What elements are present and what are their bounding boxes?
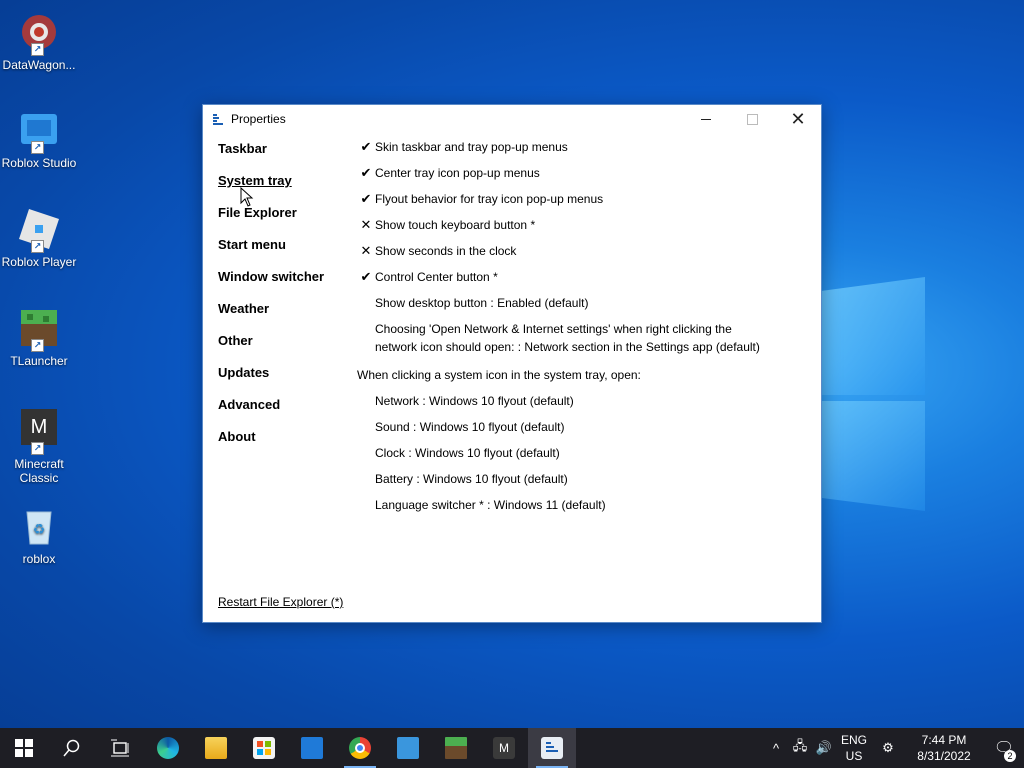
desktop-icon-label: Minecraft Classic	[14, 457, 64, 485]
nav-item-file-explorer[interactable]: File Explorer	[218, 205, 324, 237]
option-network-flyout[interactable]: Network : Windows 10 flyout (default)	[357, 392, 807, 418]
folder-icon	[205, 737, 227, 759]
roblox-studio-icon: ↗	[17, 108, 61, 154]
taskbar-file-explorer[interactable]	[192, 728, 240, 768]
clock[interactable]: 7:44 PM 8/31/2022	[904, 732, 984, 764]
properties-window: Properties ✕ Taskbar System tray File Ex…	[202, 104, 822, 623]
chevron-up-icon[interactable]: ^	[764, 741, 788, 756]
option-control-center[interactable]: ✔ Control Center button *	[357, 268, 807, 294]
taskbar-mail[interactable]	[288, 728, 336, 768]
task-view-icon	[111, 739, 129, 757]
mail-icon	[301, 737, 323, 759]
settings-nav: Taskbar System tray File Explorer Start …	[218, 141, 324, 461]
notification-center-button[interactable]: 🗨 2	[984, 738, 1024, 762]
tlauncher-icon	[445, 737, 467, 759]
desktop-icon-label: DataWagon...	[2, 58, 76, 72]
nav-item-updates[interactable]: Updates	[218, 365, 324, 397]
desktop-icon-label: Roblox Studio	[1, 156, 77, 170]
system-icon-heading: When clicking a system icon in the syste…	[357, 368, 641, 382]
maximize-button[interactable]	[729, 105, 775, 133]
windows-logo-wallpaper	[800, 255, 1024, 515]
option-network-settings[interactable]: Choosing 'Open Network & Internet settin…	[357, 320, 807, 366]
notepad-icon	[397, 737, 419, 759]
nav-item-system-tray[interactable]: System tray	[218, 173, 324, 205]
language-switcher[interactable]: ENG US	[836, 732, 872, 764]
taskbar-notepad[interactable]	[384, 728, 432, 768]
nav-item-taskbar[interactable]: Taskbar	[218, 141, 324, 173]
nav-item-weather[interactable]: Weather	[218, 301, 324, 333]
desktop-icon-label: Roblox Player	[1, 255, 77, 269]
taskbar-properties[interactable]	[528, 728, 576, 768]
option-sound-flyout[interactable]: Sound : Windows 10 flyout (default)	[357, 418, 807, 444]
tlauncher-icon: ↗	[17, 306, 61, 352]
check-icon: ✔	[360, 191, 372, 206]
minecraft-classic-icon: M	[493, 737, 515, 759]
window-title: Properties	[231, 112, 286, 126]
option-touch-keyboard[interactable]: ✕ Show touch keyboard button *	[357, 216, 807, 242]
app-icon	[541, 737, 563, 759]
network-icon[interactable]: 🖧	[788, 737, 812, 759]
search-icon	[63, 739, 80, 757]
recycle-bin-icon: ♻	[17, 504, 61, 548]
nav-item-window-switcher[interactable]: Window switcher	[218, 269, 324, 301]
cross-icon: ✕	[360, 243, 372, 258]
taskbar-store[interactable]	[240, 728, 288, 768]
taskbar-edge[interactable]	[144, 728, 192, 768]
close-button[interactable]: ✕	[775, 105, 821, 133]
title-bar[interactable]: Properties ✕	[203, 105, 821, 133]
taskbar-minecraft-classic[interactable]: M	[480, 728, 528, 768]
restart-explorer-link[interactable]: Restart File Explorer (*)	[218, 595, 343, 609]
gear-icon[interactable]: ⚙	[872, 740, 904, 756]
roblox-player-icon: ↗	[17, 207, 61, 253]
taskbar: M ^ 🖧 🔊 ENG US ⚙ 7:44 PM 8/31/2022 🗨 2	[0, 728, 1024, 768]
desktop-icon-recycle-bin[interactable]: ♻ roblox	[0, 504, 78, 566]
desktop-icon-tlauncher[interactable]: ↗ TLauncher	[0, 306, 78, 368]
desktop-icon-label: roblox	[22, 552, 56, 566]
nav-item-start-menu[interactable]: Start menu	[218, 237, 324, 269]
check-icon: ✔	[360, 165, 372, 180]
edge-icon	[157, 737, 179, 759]
option-clock-flyout[interactable]: Clock : Windows 10 flyout (default)	[357, 444, 807, 470]
task-view-button[interactable]	[96, 728, 144, 768]
volume-icon[interactable]: 🔊	[812, 740, 836, 756]
desktop-icon-roblox-player[interactable]: ↗ Roblox Player	[0, 207, 78, 269]
app-icon	[211, 112, 225, 126]
start-button[interactable]	[0, 728, 48, 768]
desktop-icon-label: TLauncher	[10, 354, 68, 368]
taskbar-chrome[interactable]	[336, 728, 384, 768]
nav-item-about[interactable]: About	[218, 429, 324, 461]
desktop-icon-roblox-studio[interactable]: ↗ Roblox Studio	[0, 108, 78, 170]
desktop-icon-datawagon[interactable]: ↗ DataWagon...	[0, 10, 78, 72]
option-skin-tray-menus[interactable]: ✔ Skin taskbar and tray pop-up menus	[357, 138, 807, 164]
chrome-icon	[349, 737, 371, 759]
desktop-icon-minecraft-classic[interactable]: M ↗ Minecraft Classic	[0, 405, 78, 485]
datawagon-icon: ↗	[17, 10, 61, 56]
system-tray: ^ 🖧 🔊 ENG US ⚙ 7:44 PM 8/31/2022 🗨 2	[764, 728, 1024, 768]
option-flyout-behavior[interactable]: ✔ Flyout behavior for tray icon pop-up m…	[357, 190, 807, 216]
notification-badge: 2	[1004, 750, 1016, 762]
nav-item-other[interactable]: Other	[218, 333, 324, 365]
option-clock-seconds[interactable]: ✕ Show seconds in the clock	[357, 242, 807, 268]
option-center-tray-menus[interactable]: ✔ Center tray icon pop-up menus	[357, 164, 807, 190]
minecraft-classic-icon: M ↗	[17, 409, 61, 455]
store-icon	[253, 737, 275, 759]
mouse-cursor-icon	[240, 187, 254, 207]
option-battery-flyout[interactable]: Battery : Windows 10 flyout (default)	[357, 470, 807, 496]
nav-item-advanced[interactable]: Advanced	[218, 397, 324, 429]
options-list: ✔ Skin taskbar and tray pop-up menus ✔ C…	[357, 138, 807, 522]
check-icon: ✔	[360, 139, 372, 154]
check-icon: ✔	[360, 269, 372, 284]
search-button[interactable]	[48, 728, 96, 768]
option-show-desktop[interactable]: Show desktop button : Enabled (default)	[357, 294, 807, 320]
taskbar-tlauncher[interactable]	[432, 728, 480, 768]
svg-text:♻: ♻	[33, 521, 46, 537]
option-language-switcher[interactable]: Language switcher * : Windows 11 (defaul…	[357, 496, 807, 522]
cross-icon: ✕	[360, 217, 372, 232]
minimize-button[interactable]	[683, 105, 729, 133]
windows-start-icon	[15, 739, 33, 757]
